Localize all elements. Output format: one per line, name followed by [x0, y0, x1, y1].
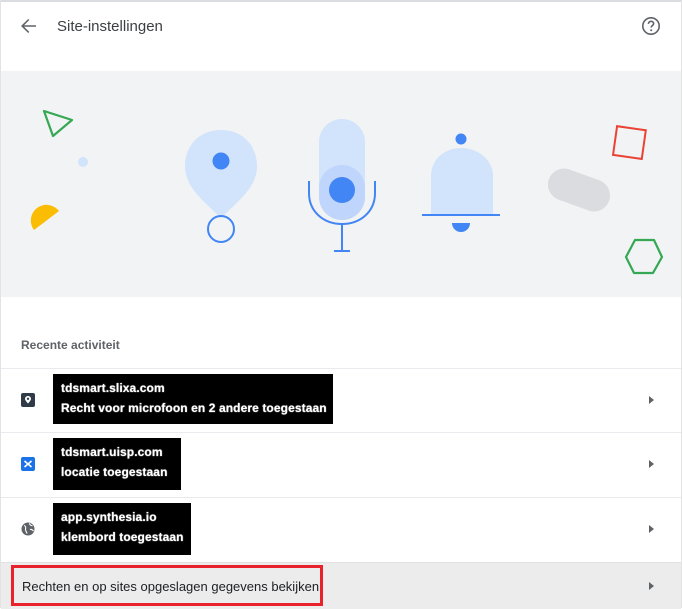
decor-half-circle [30, 204, 59, 230]
location-pin-icon [185, 130, 257, 243]
site-settings-page: Site-instellingen Recente activiteit tds… [0, 0, 682, 609]
site-settings-illustration [1, 71, 681, 297]
globe-icon [21, 522, 35, 536]
redacted-site-info: app.synthesia.io klembord toegestaan [53, 503, 191, 555]
redacted-site-info: tdsmart.uisp.com locatie toegestaan [53, 438, 181, 490]
chevron-right-icon [649, 582, 654, 590]
chevron-right-icon [649, 525, 654, 533]
site-name: tdsmart.uisp.com [61, 445, 163, 459]
view-permissions-label: Rechten en op sites opgeslagen gegevens … [22, 579, 320, 594]
decor-hexagon [624, 238, 664, 275]
arrow-left-icon [21, 19, 36, 33]
view-permissions-and-data-link[interactable]: Rechten en op sites opgeslagen gegevens … [1, 562, 681, 609]
page-title: Site-instellingen [57, 18, 163, 35]
activity-row-tdsmart-slixa[interactable]: tdsmart.slixa.com Recht voor microfoon e… [1, 368, 681, 433]
notification-bell-icon [422, 133, 500, 232]
microphone-icon [308, 119, 376, 252]
decor-triangle [42, 109, 74, 138]
decor-capsule [547, 168, 611, 212]
site-permission-status: locatie toegestaan [61, 465, 168, 479]
help-button[interactable] [636, 11, 666, 41]
back-button[interactable] [14, 11, 44, 41]
activity-row-tdsmart-uisp[interactable]: tdsmart.uisp.com locatie toegestaan [1, 432, 681, 497]
site-permission-status: klembord toegestaan [61, 530, 184, 544]
help-circle-icon [642, 17, 660, 35]
site-name: tdsmart.slixa.com [61, 381, 165, 395]
chevron-right-icon [649, 396, 654, 404]
site-name: app.synthesia.io [61, 510, 157, 524]
page-header: Site-instellingen [0, 2, 682, 54]
redacted-site-info: tdsmart.slixa.com Recht voor microfoon e… [53, 374, 333, 424]
activity-row-app-synthesia[interactable]: app.synthesia.io klembord toegestaan [1, 497, 681, 562]
site-permission-status: Recht voor microfoon en 2 andere toegest… [61, 401, 327, 415]
decor-square [611, 125, 647, 161]
chevron-right-icon [649, 460, 654, 468]
site-favicon-icon [21, 393, 35, 407]
decor-dot [78, 157, 88, 167]
recent-activity-heading: Recente activiteit [21, 338, 120, 352]
site-favicon-icon [21, 457, 35, 471]
